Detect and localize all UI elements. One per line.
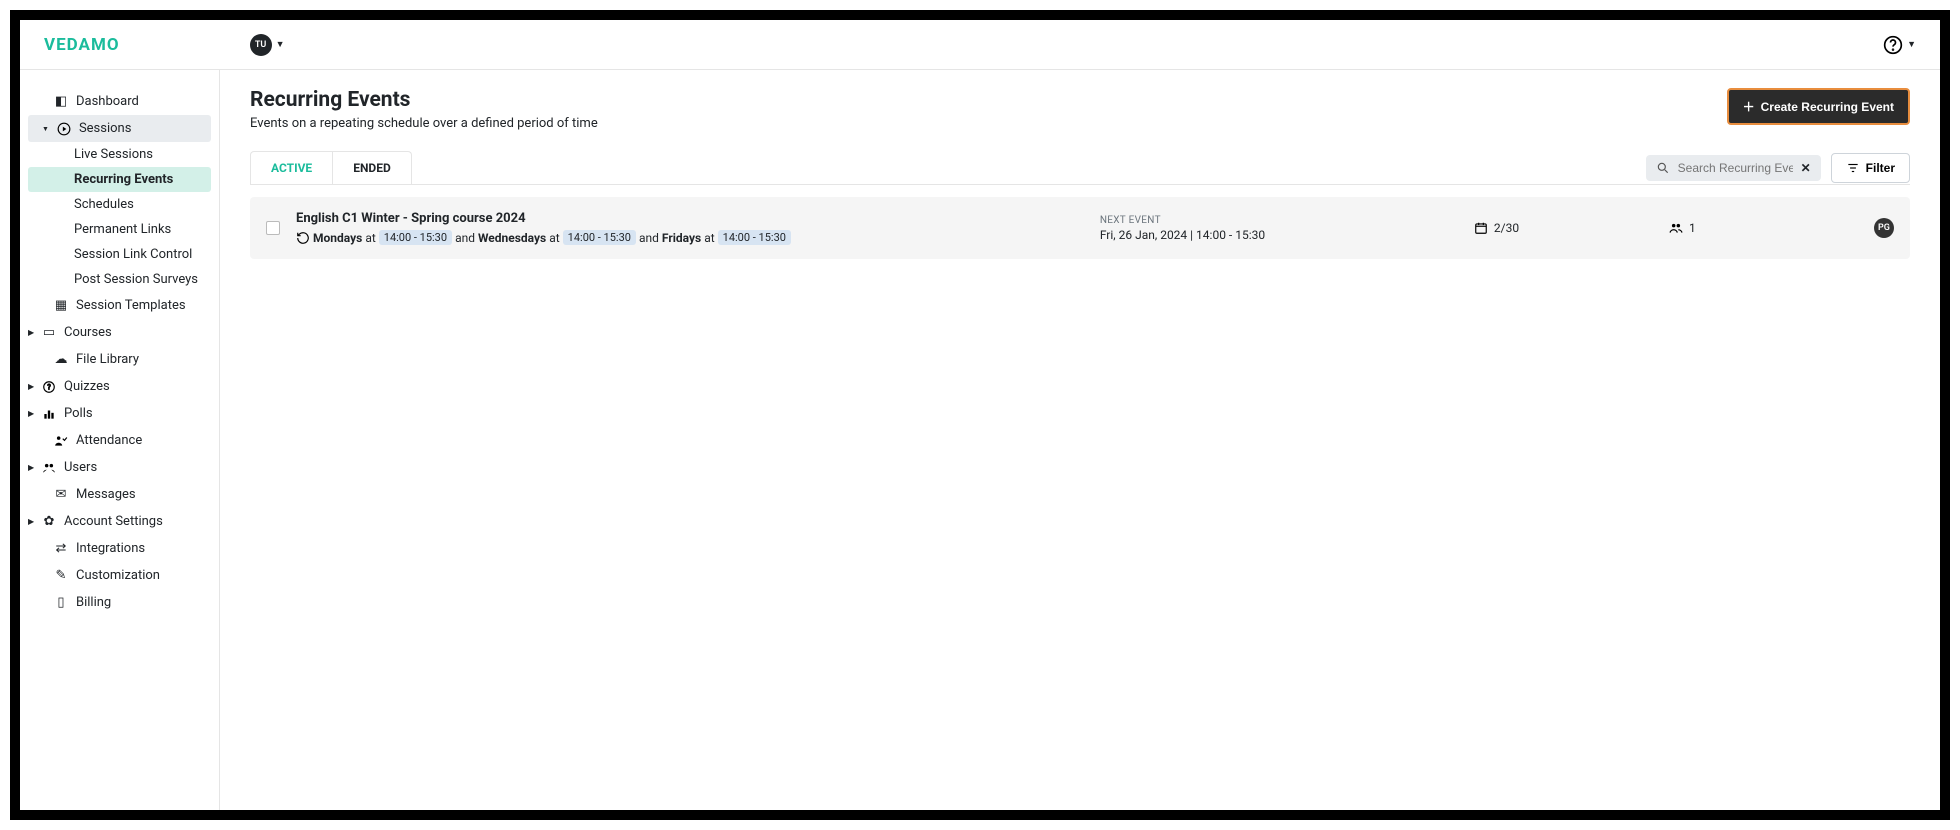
sidebar-item-account-settings[interactable]: ▶ ✿ Account Settings [20,508,219,535]
sidebar-item-polls[interactable]: ▶ Polls [20,400,219,427]
plus-icon: ＋ [1743,98,1755,115]
next-event-date: Fri, 26 Jan, 2024 | 14:00 - 15:30 [1100,228,1458,242]
play-icon [57,122,71,136]
sidebar-sub-permanent-links[interactable]: Permanent Links [20,217,219,242]
sidebar-item-dashboard[interactable]: ◧ Dashboard [20,88,219,115]
sidebar-item-sessions[interactable]: ▼ Sessions [28,115,211,142]
chevron-right-icon: ▶ [28,382,34,391]
sidebar-item-label: Messages [76,487,136,502]
help-icon: ? [42,380,56,394]
integrations-icon: ⇄ [54,541,68,556]
sidebar-item-courses[interactable]: ▶ ▭ Courses [20,319,219,346]
chevron-right-icon: ▶ [28,409,34,418]
sidebar-sub-session-link-control[interactable]: Session Link Control [20,242,219,267]
tab-ended[interactable]: ENDED [332,151,412,184]
calendar-check-icon [1474,221,1488,235]
book-icon: ▭ [42,325,56,340]
search-icon [1656,161,1670,175]
sidebar-item-file-library[interactable]: ☁ File Library [20,346,219,373]
poll-icon [42,407,56,421]
event-row[interactable]: English C1 Winter - Spring course 2024 M… [250,197,1910,259]
user-menu[interactable]: TU ▼ [250,34,285,56]
event-schedule: Mondays at 14:00 - 15:30 and Wednesdays … [296,230,1084,245]
sidebar-item-label: Session Templates [76,298,186,313]
event-title: English C1 Winter - Spring course 2024 [296,211,1084,226]
next-event-label: NEXT EVENT [1100,215,1458,226]
globe-help-icon [1883,35,1903,55]
template-icon: ▦ [54,298,68,313]
clear-search-icon[interactable]: ✕ [1801,161,1811,175]
sidebar-item-label: Sessions [79,121,132,136]
sidebar-item-label: Polls [64,406,93,421]
create-recurring-event-button[interactable]: ＋ Create Recurring Event [1727,88,1910,125]
sidebar-item-label: Users [64,460,97,475]
sidebar-item-session-templates[interactable]: ▦ Session Templates [20,292,219,319]
page-subtitle: Events on a repeating schedule over a de… [250,116,598,131]
owner-badge: PG [1874,218,1894,238]
chevron-down-icon: ▼ [42,125,49,133]
mail-icon: ✉ [54,487,68,502]
sidebar-sub-post-session-surveys[interactable]: Post Session Surveys [20,267,219,292]
users-icon [1669,221,1683,235]
chevron-right-icon: ▶ [28,328,34,337]
main-content: Recurring Events Events on a repeating s… [220,70,1940,810]
sidebar-item-attendance[interactable]: Attendance [20,427,219,454]
sidebar-item-label: Customization [76,568,160,583]
user-avatar: TU [250,34,272,56]
header: VEDAMO TU ▼ ▼ [20,20,1940,70]
cloud-icon: ☁ [54,352,68,367]
chevron-down-icon: ▼ [1907,39,1916,50]
event-participants: 1 [1669,221,1848,235]
sidebar-item-label: Account Settings [64,514,163,529]
sidebar-item-label: Quizzes [64,379,110,394]
search-field[interactable]: ✕ [1646,155,1821,181]
brand-logo[interactable]: VEDAMO [44,35,120,55]
chevron-right-icon: ▶ [28,463,34,472]
sidebar-item-label: Dashboard [76,94,139,109]
sidebar-item-integrations[interactable]: ⇄ Integrations [20,535,219,562]
sidebar-sub-live-sessions[interactable]: Live Sessions [20,142,219,167]
sidebar-item-customization[interactable]: ✎ Customization [20,562,219,589]
sidebar-item-label: Courses [64,325,112,340]
users-icon [42,461,56,475]
sidebar-item-billing[interactable]: ▯ Billing [20,589,219,616]
sidebar-sub-schedules[interactable]: Schedules [20,192,219,217]
tab-active[interactable]: ACTIVE [250,151,332,184]
sidebar-item-users[interactable]: ▶ Users [20,454,219,481]
button-label: Filter [1866,161,1895,175]
sidebar-item-label: Attendance [76,433,142,448]
tabs: ACTIVE ENDED [250,151,412,184]
attendance-icon [54,434,68,448]
event-progress: 2/30 [1474,221,1653,235]
checkbox[interactable] [266,221,280,235]
button-label: Create Recurring Event [1761,100,1894,114]
sidebar-item-label: Billing [76,595,111,610]
chevron-down-icon: ▼ [276,39,285,50]
sidebar: ◧ Dashboard ▼ Sessions Live Sessions Rec… [20,70,220,810]
filter-button[interactable]: Filter [1831,153,1910,183]
dashboard-icon: ◧ [54,94,68,109]
search-input[interactable] [1678,161,1793,175]
chevron-right-icon: ▶ [28,517,34,526]
page-title: Recurring Events [250,88,598,112]
sidebar-item-label: File Library [76,352,139,367]
sidebar-item-messages[interactable]: ✉ Messages [20,481,219,508]
customize-icon: ✎ [54,568,68,583]
filter-icon [1846,161,1860,175]
gear-icon: ✿ [42,514,56,529]
svg-text:?: ? [47,383,51,391]
sidebar-item-quizzes[interactable]: ▶ ? Quizzes [20,373,219,400]
help-menu[interactable]: ▼ [1883,35,1916,55]
sidebar-sub-recurring-events[interactable]: Recurring Events [28,167,211,192]
billing-icon: ▯ [54,595,68,610]
recurring-icon [296,231,310,245]
sidebar-item-label: Integrations [76,541,145,556]
